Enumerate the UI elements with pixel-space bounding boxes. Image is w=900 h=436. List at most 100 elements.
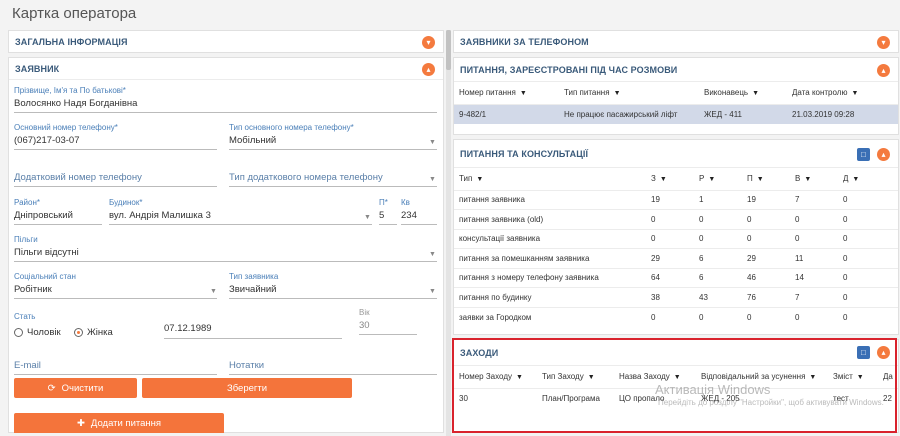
main-phone-input[interactable]: (067)217-03-07 (14, 135, 80, 146)
apartment-underline (401, 224, 437, 225)
clear-button[interactable]: ⟳ Очистити (14, 378, 137, 398)
table-row[interactable]: консультації заявника 0 0 0 0 0 (454, 228, 898, 249)
table-row[interactable]: питання по будинку 38 43 76 7 0 (454, 287, 898, 307)
page-title: Картка оператора (12, 5, 137, 22)
column-header[interactable]: Зміст ▼ (828, 366, 878, 388)
applicants-by-phone-panel: ЗАЯВНИКИ ЗА ТЕЛЕФОНОМ ▾ (453, 30, 899, 53)
benefits-select[interactable]: Пільги відсутні (14, 247, 79, 258)
filter-icon: ▼ (708, 176, 716, 184)
right-column: ЗАЯВНИКИ ЗА ТЕЛЕФОНОМ ▾ ПИТАННЯ, ЗАРЕЄСТ… (453, 30, 899, 436)
applicant-header[interactable]: ЗАЯВНИК ▴ (9, 58, 443, 80)
extra-phone-underline (14, 186, 217, 187)
chevron-down-icon[interactable]: ▾ (877, 36, 890, 49)
table-row[interactable]: 9-482/1 Не працює пасажирський ліфт ЖЕД … (454, 103, 898, 124)
email-input[interactable]: E-mail (14, 360, 41, 371)
dropdown-caret-icon[interactable]: ▼ (429, 176, 436, 183)
column-header[interactable]: Тип питання ▼ (559, 82, 699, 104)
sex-female-radio[interactable]: Жінка (74, 327, 113, 338)
extra-phone-type-underline (229, 186, 437, 187)
filter-icon: ▼ (851, 90, 859, 98)
questions-registered-table: Номер питання ▼ Тип питання ▼ Виконавець ▼ … (454, 82, 898, 124)
social-status-select[interactable]: Робітник (14, 284, 52, 295)
age-label: Вік (359, 308, 370, 317)
column-header[interactable]: Да (878, 366, 898, 388)
main-phone-type-select[interactable]: Мобільний (229, 135, 276, 146)
dropdown-caret-icon[interactable]: ▼ (429, 139, 436, 146)
district-input[interactable]: Дніпровський (14, 210, 73, 221)
dropdown-caret-icon[interactable]: ▼ (210, 288, 217, 295)
questions-registered-panel: ПИТАННЯ, ЗАРЕЄСТРОВАНІ ПІД ЧАС РОЗМОВИ ▴… (453, 57, 899, 135)
table-row[interactable]: питання за помешканням заявника 29 6 29 11 0 (454, 248, 898, 268)
age-input: 30 (359, 320, 370, 331)
main-phone-underline (14, 149, 217, 150)
chevron-up-icon[interactable]: ▴ (877, 346, 890, 359)
questions-registered-header[interactable]: ПИТАННЯ, ЗАРЕЄСТРОВАНІ ПІД ЧАС РОЗМОВИ ▴ (454, 58, 898, 82)
column-header[interactable]: Р ▼ (694, 168, 742, 190)
column-header[interactable]: Виконавець ▼ (699, 82, 787, 104)
add-file-icon: ✚ (76, 417, 85, 429)
measures-title: ЗАХОДИ (460, 347, 499, 358)
table-row[interactable]: заявки за Городком 0 0 0 0 0 (454, 306, 898, 327)
main-phone-type-label: Тип основного номера телефону* (229, 123, 354, 132)
column-header[interactable]: Дата контролю ▼ (787, 82, 898, 104)
chevron-up-icon[interactable]: ▴ (877, 148, 890, 161)
left-column: ЗАГАЛЬНА ІНФОРМАЦІЯ ▾ ЗАЯВНИК ▴ Прізвище… (8, 30, 444, 436)
applicants-by-phone-header[interactable]: ЗАЯВНИКИ ЗА ТЕЛЕФОНОМ ▾ (454, 31, 898, 53)
sex-female-label: Жінка (87, 327, 113, 338)
entrance-label: П* (379, 198, 388, 207)
general-info-header[interactable]: ЗАГАЛЬНА ІНФОРМАЦІЯ ▾ (9, 31, 443, 53)
full-name-input[interactable]: Волосянко Надя Богданівна (14, 98, 137, 109)
applicant-type-label: Тип заявника (229, 272, 279, 281)
filter-icon: ▼ (804, 176, 812, 184)
general-info-title: ЗАГАЛЬНА ІНФОРМАЦІЯ (15, 37, 128, 47)
filter-icon: ▼ (756, 176, 764, 184)
add-question-button[interactable]: ✚ Додати питання (14, 413, 224, 433)
chevron-up-icon[interactable]: ▴ (422, 63, 435, 76)
chevron-up-icon[interactable]: ▴ (877, 64, 890, 77)
column-header[interactable]: Тип ▼ (454, 168, 646, 190)
birth-date-underline (164, 338, 342, 339)
notes-input[interactable]: Нотатки (229, 360, 264, 371)
entrance-input[interactable]: 5 (379, 210, 384, 221)
filter-icon: ▼ (852, 176, 860, 184)
sex-male-radio[interactable]: Чоловік (14, 327, 61, 338)
column-header[interactable]: Тип Заходу ▼ (537, 366, 614, 388)
vertical-scrollbar[interactable] (446, 30, 451, 436)
filter-icon: ▼ (476, 176, 484, 184)
birth-date-input[interactable]: 07.12.1989 (164, 323, 212, 334)
applicant-panel: ЗАЯВНИК ▴ Прізвище, Ім'я та По батькові*… (8, 57, 444, 433)
extra-phone-input[interactable]: Додатковий номер телефону (14, 172, 142, 183)
building-label: Будинок* (109, 198, 143, 207)
table-row[interactable]: питання з номеру телефону заявника 64 6 46 1… (454, 267, 898, 288)
column-header[interactable]: Номер питання ▼ (454, 82, 559, 104)
clear-button-label: Очистити (61, 382, 104, 394)
column-header[interactable]: В ▼ (790, 168, 838, 190)
building-underline (109, 224, 372, 225)
column-header[interactable]: П ▼ (742, 168, 790, 190)
questions-consultations-header[interactable]: ПИТАННЯ ТА КОНСУЛЬТАЦІЇ □ ▴ (454, 140, 898, 168)
filter-icon: ▼ (515, 374, 523, 382)
table-row[interactable]: питання заявника (old) 0 0 0 0 0 (454, 209, 898, 229)
questions-consultations-panel: ПИТАННЯ ТА КОНСУЛЬТАЦІЇ □ ▴ Тип ▼ З ▼ Р ▼ П… (453, 139, 899, 335)
full-name-label: Прізвище, Ім'я та По батькові* (14, 86, 126, 95)
export-icon[interactable]: □ (857, 148, 870, 161)
main-phone-label: Основний номер телефону* (14, 123, 118, 132)
save-button[interactable]: Зберегти (142, 378, 352, 398)
dropdown-caret-icon[interactable]: ▼ (429, 288, 436, 295)
chevron-down-icon[interactable]: ▾ (422, 36, 435, 49)
table-row[interactable]: питання заявника 19 1 19 7 0 (454, 189, 898, 210)
dropdown-caret-icon[interactable]: ▼ (364, 214, 371, 221)
applicant-type-select[interactable]: Звичайний (229, 284, 277, 295)
column-header[interactable]: З ▼ (646, 168, 694, 190)
export-icon[interactable]: □ (857, 346, 870, 359)
measures-header[interactable]: ЗАХОДИ □ ▴ (454, 340, 898, 366)
building-input[interactable]: вул. Андрія Малишка 3 (109, 210, 211, 221)
column-header[interactable]: Д ▼ (838, 168, 898, 190)
windows-activation-title: Активація Windows (655, 382, 771, 397)
scrollbar-thumb[interactable] (446, 30, 451, 70)
sex-label: Стать (14, 312, 36, 321)
apartment-input[interactable]: 234 (401, 210, 417, 221)
dropdown-caret-icon[interactable]: ▼ (429, 251, 436, 258)
extra-phone-type-select[interactable]: Тип додаткового номера телефону (229, 172, 383, 183)
column-header[interactable]: Номер Заходу ▼ (454, 366, 537, 388)
